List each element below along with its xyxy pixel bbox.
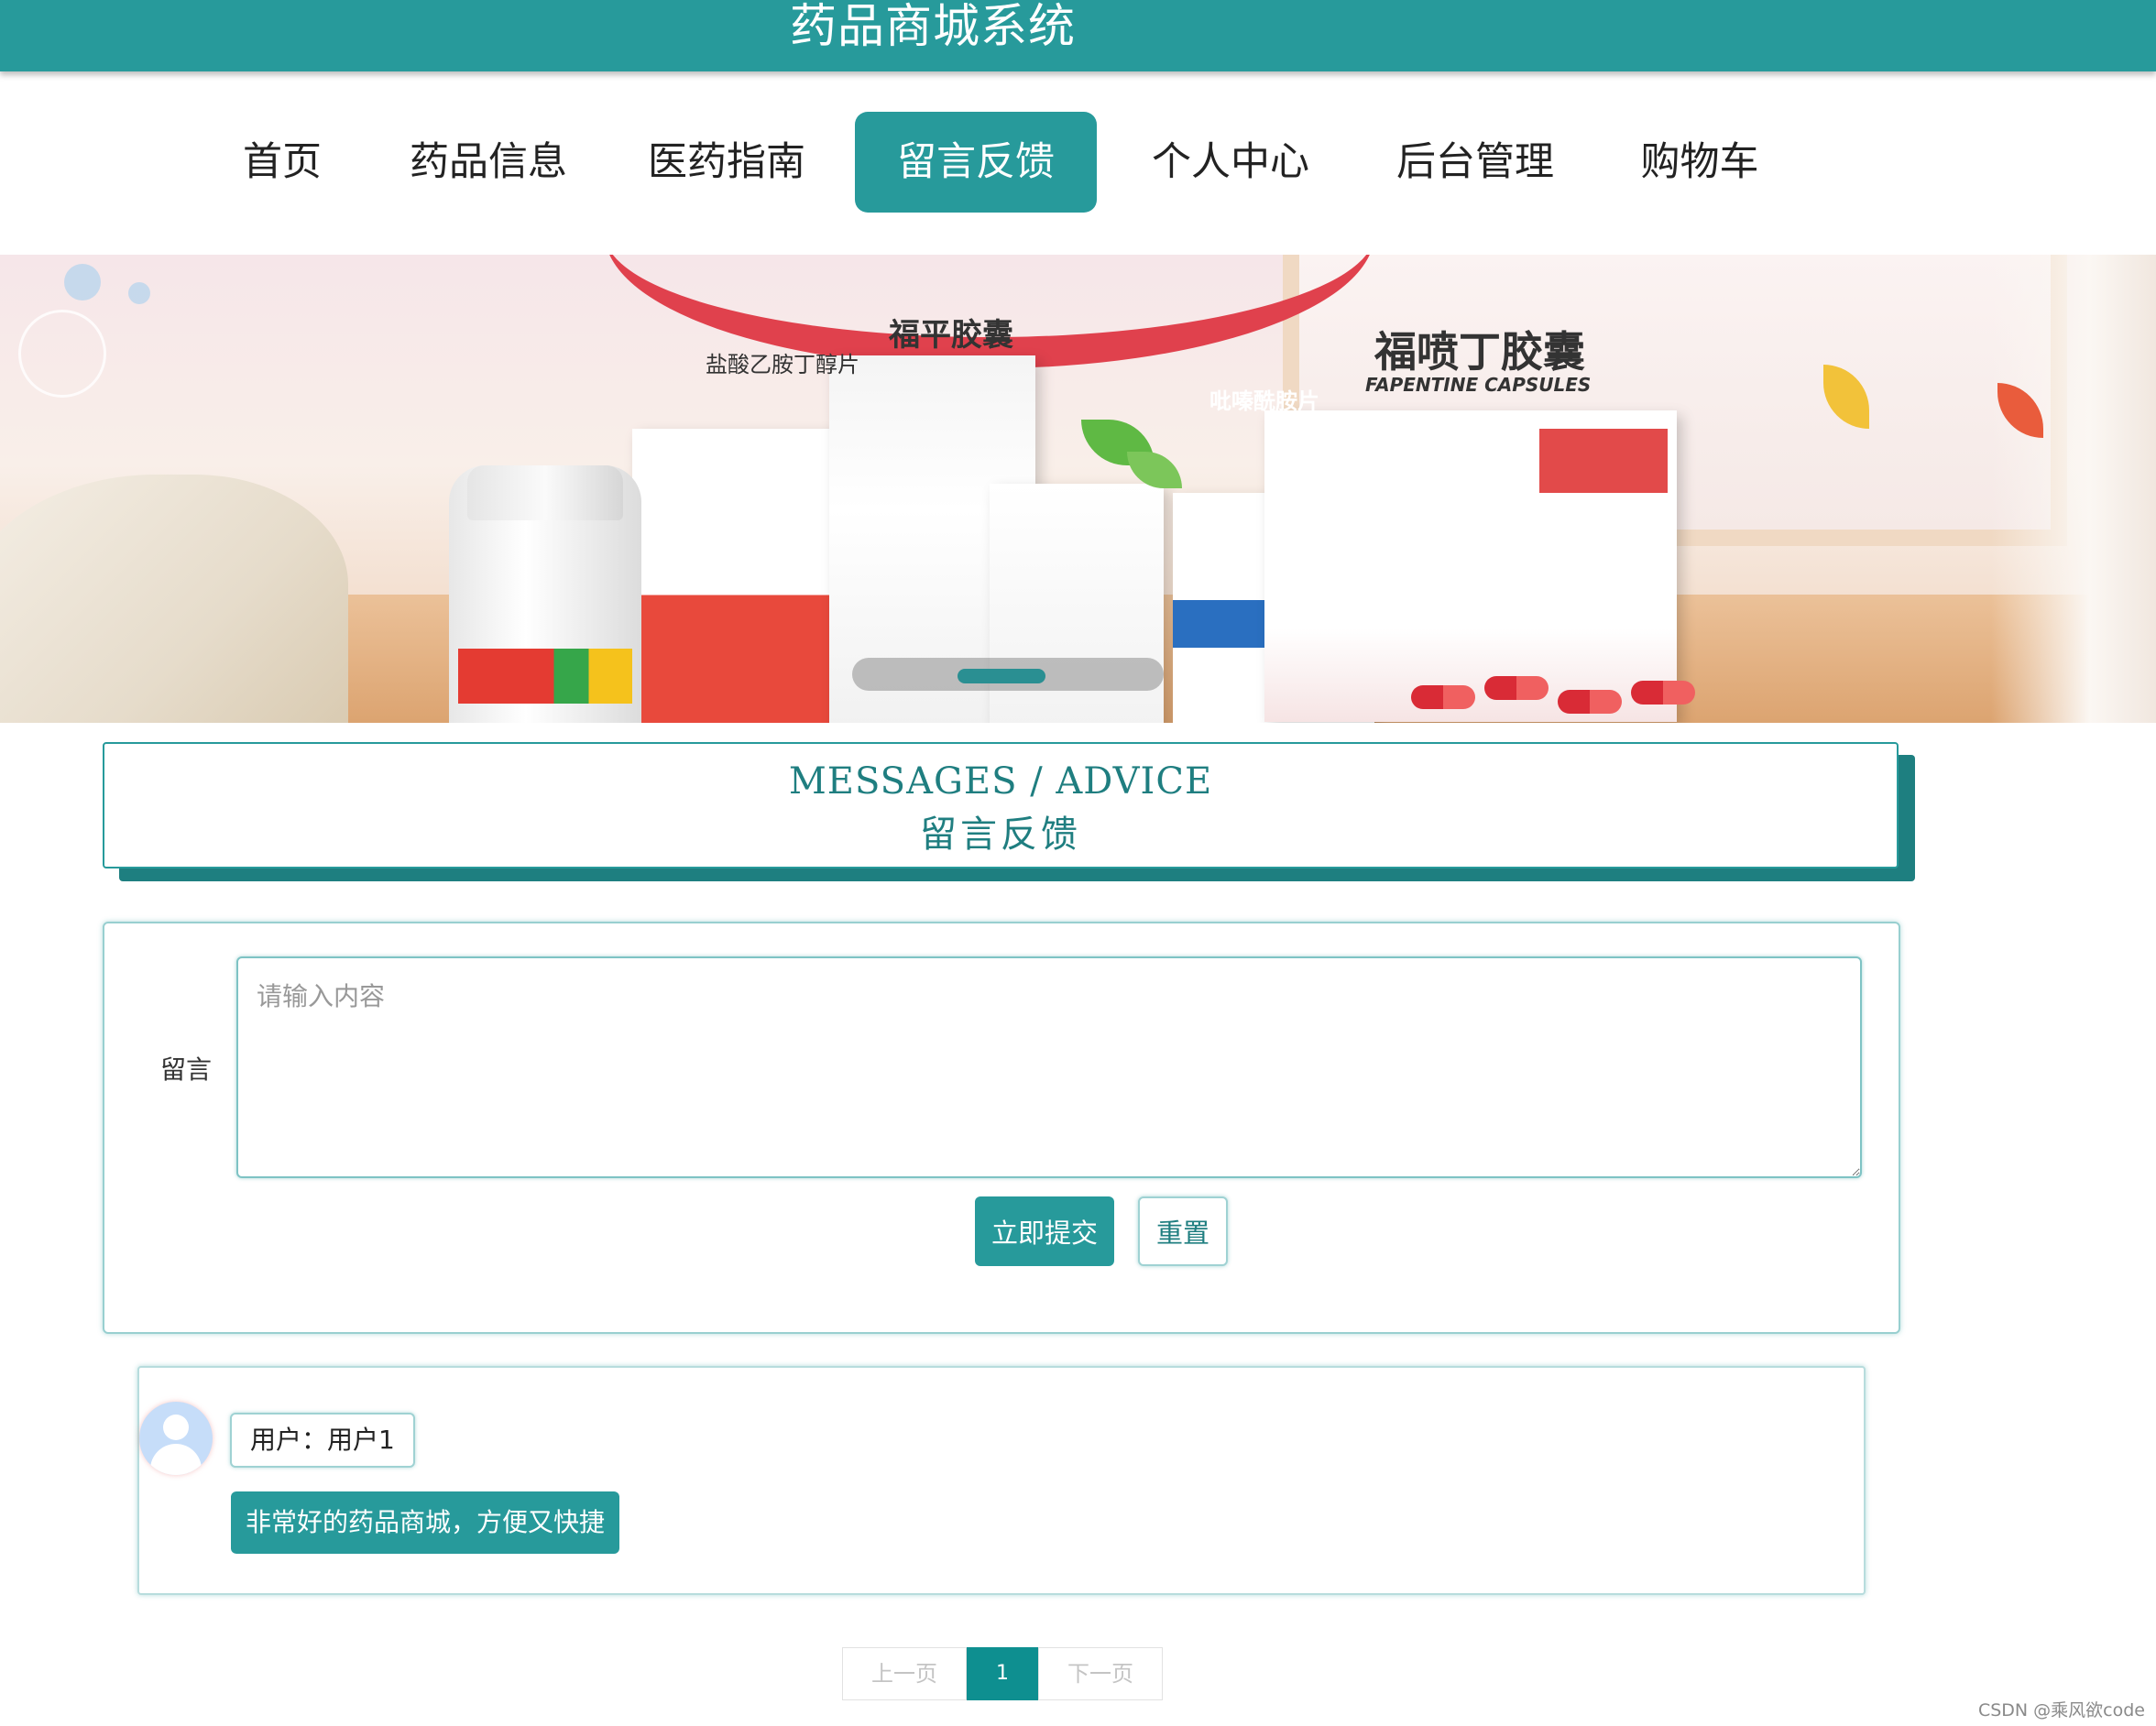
avatar-body-decor [150,1444,202,1475]
submit-button[interactable]: 立即提交 [975,1196,1114,1266]
nav-item-home[interactable]: 首页 [227,112,337,213]
bottle-label-decor [458,649,632,704]
message-textarea[interactable] [236,956,1862,1178]
bubble-decor [18,310,106,398]
capsule-decor [1411,685,1475,709]
section-title-zh: 留言反馈 [920,814,1081,856]
section-title-en: MESSAGES / ADVICE [788,760,1213,803]
nav-item-medical-guide[interactable]: 医药指南 [640,112,814,213]
package-label-text-decor: FAPENTINE CAPSULES [1365,374,1592,396]
nav-item-drug-info[interactable]: 药品信息 [401,112,575,213]
reset-button[interactable]: 重置 [1138,1196,1228,1266]
banner-cloth-decor [0,475,348,723]
nav-item-feedback[interactable]: 留言反馈 [855,112,1097,213]
pagination-next-button[interactable]: 下一页 [1038,1647,1163,1700]
main-nav: 首页 药品信息 医药指南 留言反馈 个人中心 后台管理 购物车 [0,112,2156,214]
user-avatar-icon [139,1402,213,1475]
watermark-text: CSDN @乘风欲code [1977,1700,2145,1721]
nav-item-admin[interactable]: 后台管理 [1388,112,1562,213]
pagination: 上一页 1 下一页 [842,1647,1163,1700]
bubble-decor [64,264,101,300]
section-title-box: MESSAGES / ADVICE 留言反馈 [103,742,1899,868]
capsule-decor [1484,676,1549,700]
capsule-decor [1558,690,1622,714]
capsule-decor [1631,681,1695,705]
avatar-head-decor [163,1415,189,1440]
medicine-box-stripe-decor [1539,429,1668,493]
message-content: 非常好的药品商城，方便又快捷 [231,1491,620,1554]
pagination-page-1[interactable]: 1 [967,1647,1038,1700]
pagination-prev-button[interactable]: 上一页 [842,1647,967,1700]
top-header-bar: 药品商城系统 [0,0,2156,71]
carousel-indicator-active[interactable] [958,669,1045,683]
nav-item-personal-center[interactable]: 个人中心 [1144,112,1318,213]
bottle-cap-decor [467,465,623,520]
package-label-text-decor: 盐酸乙胺丁醇片 [706,352,859,377]
package-label-text-decor: 福喷丁胶囊 [1374,327,1585,377]
banner-carousel[interactable]: 福平胶囊 盐酸乙胺丁醇片 福喷丁胶囊 FAPENTINE CAPSULES 吡嗪… [0,255,2156,723]
message-user-name: 用户：用户1 [230,1413,415,1468]
bubble-decor [128,282,150,304]
package-label-text-decor: 福平胶囊 [889,317,1013,354]
leaf-decor [1127,452,1182,488]
message-field-label: 留言 [160,1054,213,1085]
site-title: 药品商城系统 [790,0,1077,54]
banner-curtain-decor [1991,255,2156,723]
message-list-item [137,1366,1866,1595]
nav-item-cart[interactable]: 购物车 [1631,112,1768,213]
package-label-text-decor: 吡嗪酰胺片 [1209,388,1319,414]
